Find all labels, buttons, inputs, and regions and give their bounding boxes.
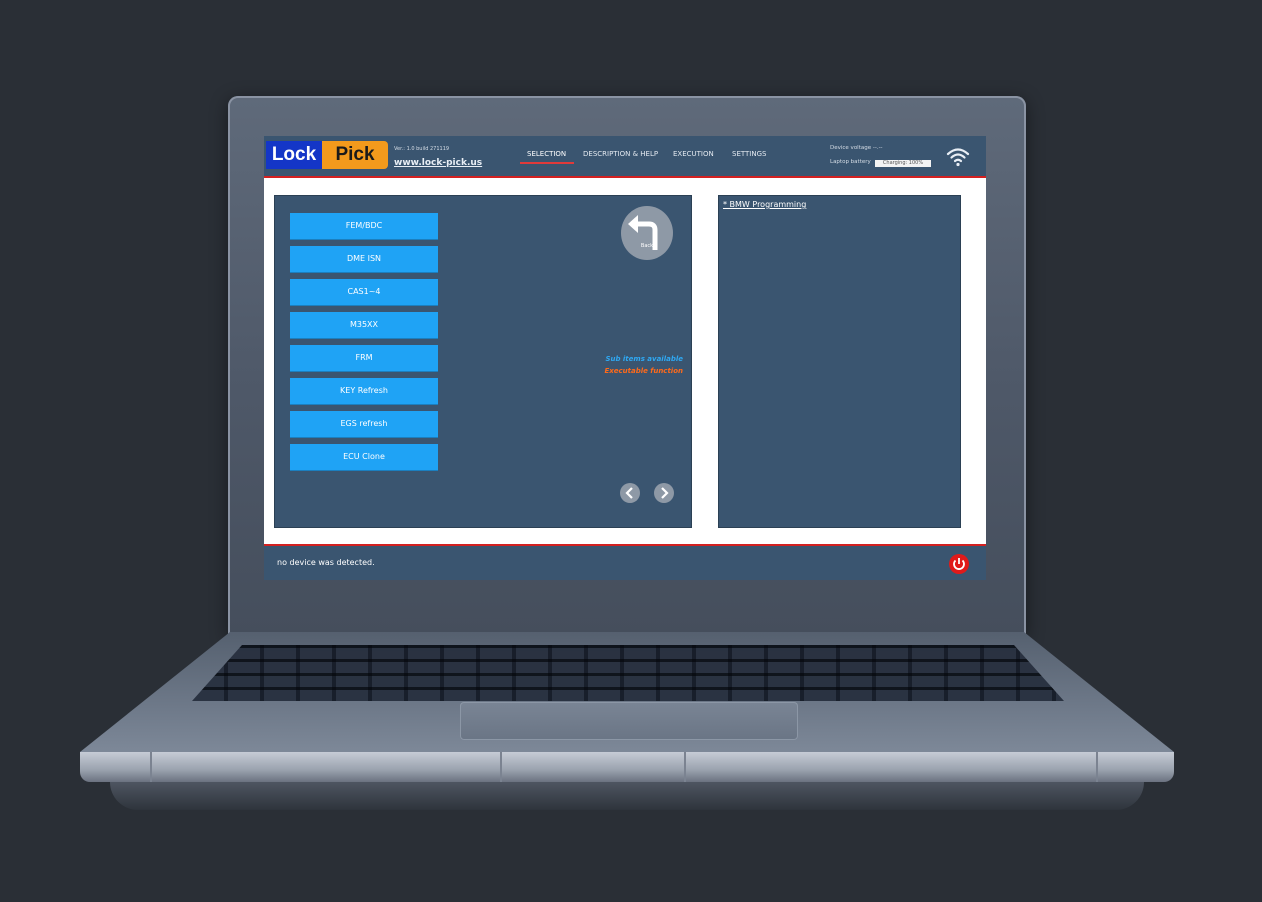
status-message: no device was detected. — [277, 558, 375, 567]
breadcrumb[interactable]: * BMW Programming — [723, 200, 806, 209]
tab-selection[interactable]: SELECTION — [527, 150, 566, 158]
laptop-trackpad — [460, 702, 798, 740]
status-bar: no device was detected. — [264, 544, 986, 580]
active-tab-indicator — [520, 162, 574, 164]
tab-settings[interactable]: SETTINGS — [732, 150, 766, 158]
menu-item-key-refresh[interactable]: KEY Refresh — [290, 378, 438, 404]
path-panel: * BMW Programming — [718, 195, 961, 528]
laptop-front-edge — [80, 752, 1174, 782]
app-header: Lock Pick Ver.: 1.0 build 271119 www.loc… — [264, 136, 986, 178]
app-screen: Lock Pick Ver.: 1.0 build 271119 www.loc… — [264, 136, 986, 580]
legend-executable: Executable function — [604, 367, 683, 375]
website-link[interactable]: www.lock-pick.us — [394, 158, 482, 168]
menu-item-cas[interactable]: CAS1~4 — [290, 279, 438, 305]
prev-page-button[interactable] — [620, 483, 640, 503]
back-arrow-icon — [628, 215, 658, 250]
lockpick-logo: Lock Pick — [266, 141, 388, 169]
wifi-icon[interactable] — [946, 146, 970, 168]
laptop-bottom — [110, 782, 1144, 810]
menu-item-frm[interactable]: FRM — [290, 345, 438, 371]
next-page-button[interactable] — [654, 483, 674, 503]
logo-pick: Pick — [322, 141, 388, 169]
menu-item-fem-bdc[interactable]: FEM/BDC — [290, 213, 438, 239]
menu-item-m35xx[interactable]: M35XX — [290, 312, 438, 338]
function-panel: FEM/BDC DME ISN CAS1~4 M35XX FRM KEY Ref… — [274, 195, 692, 528]
battery-indicator: Charging: 100% — [875, 160, 931, 167]
back-label: Back — [640, 243, 654, 249]
laptop-keyboard — [192, 645, 1064, 701]
tab-description-help[interactable]: DESCRIPTION & HELP — [583, 150, 658, 158]
back-button[interactable]: Back — [621, 206, 673, 260]
power-icon — [953, 558, 965, 570]
logo-lock: Lock — [266, 141, 322, 169]
chevron-right-icon — [661, 487, 669, 499]
tab-execution[interactable]: EXECUTION — [673, 150, 714, 158]
laptop-battery-label: Laptop battery — [830, 159, 871, 165]
chevron-left-icon — [625, 487, 633, 499]
version-label: Ver.: 1.0 build 271119 — [394, 146, 450, 152]
power-button[interactable] — [949, 554, 969, 574]
menu-item-egs-refresh[interactable]: EGS refresh — [290, 411, 438, 437]
menu-item-dme-isn[interactable]: DME ISN — [290, 246, 438, 272]
menu-item-ecu-clone[interactable]: ECU Clone — [290, 444, 438, 470]
legend-sub-items: Sub items available — [605, 355, 683, 363]
device-voltage: Device voltage --.-- — [830, 145, 883, 151]
